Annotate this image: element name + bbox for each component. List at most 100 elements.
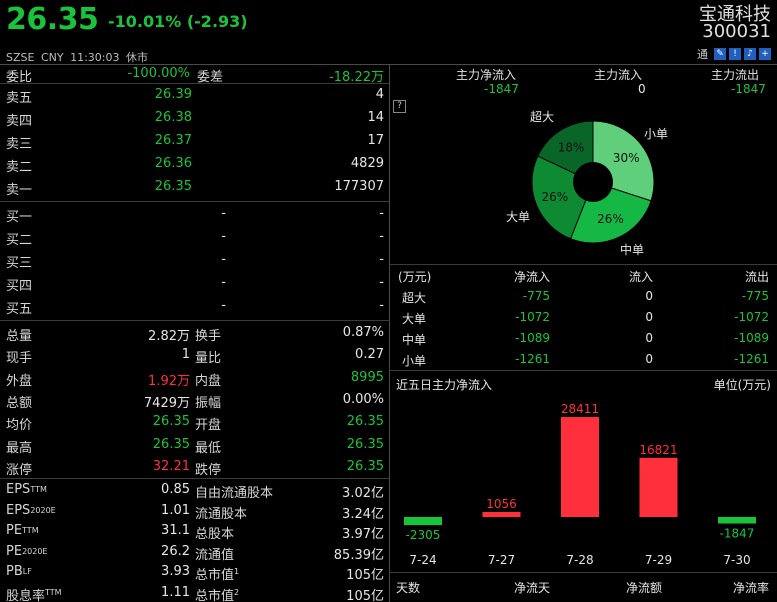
stat-value: 1: [181, 347, 190, 363]
fundamental-label: 股息率TTM: [6, 585, 62, 602]
bell-icon[interactable]: ♪: [744, 48, 756, 60]
flow-table-net: -1072: [515, 310, 550, 324]
fundamental-name: EPS: [6, 482, 31, 497]
stat-row: 现手 1 量比 0.27: [0, 344, 388, 366]
bid-label: 买一: [6, 210, 33, 225]
footer-column: 净流额: [626, 581, 663, 595]
fundamental-sup: TTM: [22, 526, 39, 536]
stat-value: 1.92万: [148, 373, 190, 389]
ask-row: 卖二 26.36 4829: [0, 153, 388, 175]
fundamental-value: 31.1: [161, 523, 190, 539]
stat-value: 8995: [350, 369, 384, 385]
ask-price: 26.36: [154, 156, 192, 171]
fundamental-row: EPS2020E 1.01 流通股本 3.24亿: [0, 500, 388, 522]
bar-value-label: -2305: [406, 528, 441, 542]
bar-category-label: 7-29: [645, 553, 672, 567]
ask-price: 26.37: [154, 133, 192, 148]
stat-label: 均价: [6, 418, 33, 434]
bid-price: -: [221, 229, 226, 244]
bid-row: 买三 - -: [0, 249, 388, 271]
bid-volume: -: [379, 252, 384, 267]
fundamental-value: 85.39亿: [333, 547, 384, 563]
divider: [0, 320, 389, 321]
main-net-inflow-value: -1847: [484, 82, 519, 96]
fundamental-label: PBLF: [6, 564, 32, 579]
flow-table-type: 超大: [402, 291, 427, 305]
stat-row: 外盘 1.92万 内盘 8995: [0, 367, 388, 389]
bid-volume: -: [379, 275, 384, 290]
fundamental-name: PE: [6, 543, 23, 559]
flow-table-out: -775: [741, 289, 769, 303]
bid-volume: -: [379, 229, 384, 244]
tong-label[interactable]: 通: [697, 46, 708, 62]
flow-table-net: -775: [522, 289, 550, 303]
flow-table-header: 净流入: [513, 270, 550, 284]
stat-label: 内盘: [195, 373, 222, 389]
alert-icon[interactable]: !: [729, 48, 741, 60]
fundamental-sup: TTM: [30, 485, 47, 494]
fundamental-value: 3.97亿: [342, 527, 384, 543]
stat-row: 涨停 32.21 跌停 26.35: [0, 456, 388, 478]
bar: [561, 417, 599, 517]
fundamental-value: 1.11: [161, 585, 190, 600]
bid-label: 买四: [6, 279, 33, 294]
ask-volume: 177307: [334, 179, 384, 194]
bid-price: -: [221, 206, 226, 221]
ask-volume: 17: [367, 133, 384, 148]
stat-value: 7429万: [143, 395, 190, 411]
fundamental-label: EPSTTM: [6, 482, 47, 497]
stat-value: 26.35: [346, 458, 384, 474]
fundamental-name: PE: [6, 523, 23, 539]
pie-legend-small: 小单: [644, 127, 669, 141]
fundamental-value: 105亿: [346, 589, 384, 602]
divider: [0, 201, 389, 202]
edit-icon[interactable]: ✎: [714, 48, 726, 60]
ask-label: 卖四: [6, 114, 33, 129]
stat-value: 26.35: [152, 436, 190, 452]
bar-category-label: 7-28: [566, 553, 593, 567]
bid-volume: -: [379, 206, 384, 221]
footer-column: 净流率: [732, 581, 769, 595]
stat-value: 26.35: [346, 436, 384, 452]
stat-label: 最低: [195, 440, 222, 456]
ask-price: 26.35: [154, 179, 192, 194]
bid-label: 买三: [6, 256, 33, 271]
bar-category-label: 7-24: [409, 553, 436, 567]
ask-row: 卖三 26.37 17: [0, 130, 388, 152]
bar: [404, 517, 442, 526]
fundamental-value: 105亿: [346, 568, 384, 584]
fundamental-label: 总市值1: [195, 564, 239, 583]
divider: [390, 572, 777, 573]
stat-label: 现手: [6, 351, 33, 367]
divider: [390, 370, 777, 371]
help-icon[interactable]: ?: [393, 100, 406, 113]
five-day-title: 近五日主力净流入: [396, 378, 493, 392]
bar-value-label: 1056: [486, 497, 517, 511]
stat-value: 0.00%: [342, 391, 384, 407]
bar-value-label: -1847: [720, 527, 755, 541]
stat-value: 2.82万: [148, 329, 190, 344]
stat-label: 振幅: [195, 395, 222, 411]
pie-slice-label: 30%: [613, 151, 640, 165]
fundamental-row: PE2020E 26.2 流通值 85.39亿: [0, 541, 388, 563]
fundamental-row: PBLF 3.93 总市值1 105亿: [0, 561, 388, 583]
ask-volume: 14: [367, 110, 384, 125]
fundamental-sup: 2020E: [22, 546, 48, 556]
add-icon[interactable]: +: [759, 48, 771, 60]
ask-label: 卖一: [6, 183, 33, 198]
flow-table-type: 大单: [402, 312, 427, 326]
fundamental-row: EPSTTM 0.85 自由流通股本 3.02亿: [0, 479, 388, 501]
flow-table-type: 小单: [402, 354, 427, 368]
footer-column: 净流天: [514, 581, 551, 595]
stat-label: 总量: [6, 329, 33, 344]
flow-table-in: 0: [645, 289, 653, 303]
ask-volume: 4829: [350, 156, 384, 171]
stat-label: 开盘: [195, 418, 222, 434]
five-day-bar-chart: -2305 7-24 1056 7-27 28411 7-28 16821 7-29 -1847…: [404, 402, 756, 567]
pie-legend-medium: 中单: [620, 243, 645, 257]
fundamental-name: PB: [6, 564, 23, 580]
stat-row: 总量 2.82万 换手 0.87%: [0, 322, 388, 344]
stat-row: 最高 26.35 最低 26.35: [0, 434, 388, 456]
flow-table-out: -1072: [734, 310, 769, 324]
flow-table-in: 0: [645, 331, 653, 345]
